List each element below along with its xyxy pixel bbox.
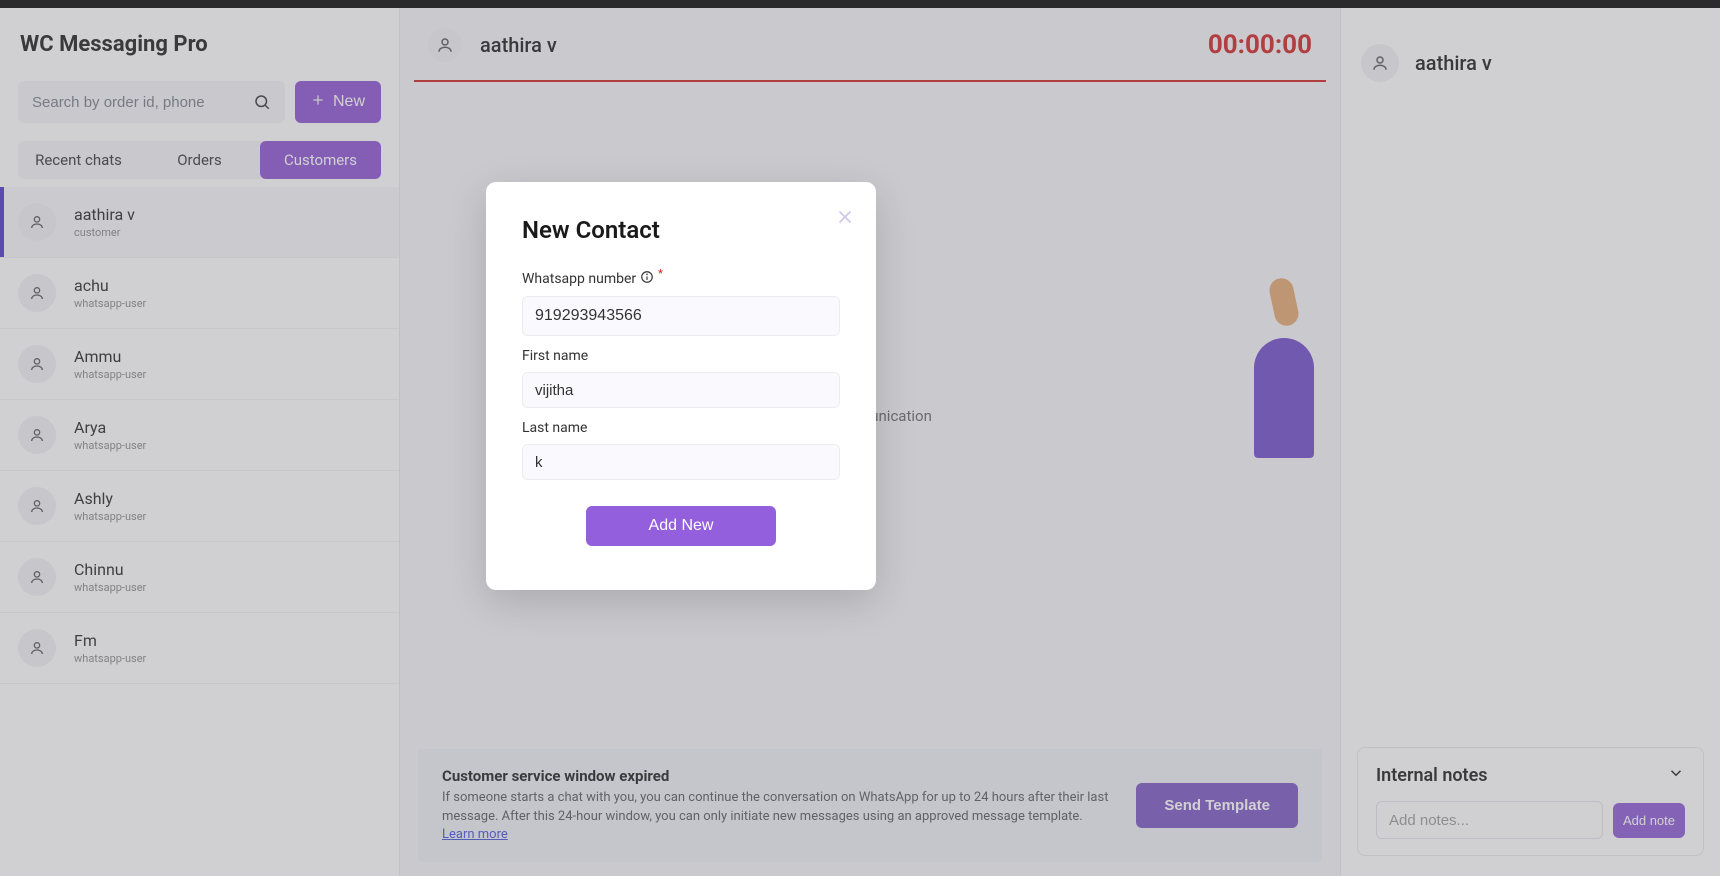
whatsapp-number-input[interactable]	[522, 296, 840, 336]
first-name-label: First name	[522, 348, 588, 364]
required-asterisk: *	[658, 267, 663, 280]
modal-title: New Contact	[522, 216, 840, 244]
last-name-label: Last name	[522, 420, 587, 436]
modal-overlay[interactable]: New Contact Whatsapp number * First name…	[0, 0, 1720, 876]
last-name-input[interactable]	[522, 444, 840, 480]
add-new-contact-button[interactable]: Add New	[586, 506, 776, 546]
info-icon[interactable]	[640, 270, 654, 288]
first-name-input[interactable]	[522, 372, 840, 408]
close-icon[interactable]	[834, 206, 856, 232]
new-contact-modal: New Contact Whatsapp number * First name…	[486, 182, 876, 590]
whatsapp-number-label: Whatsapp number	[522, 271, 636, 287]
